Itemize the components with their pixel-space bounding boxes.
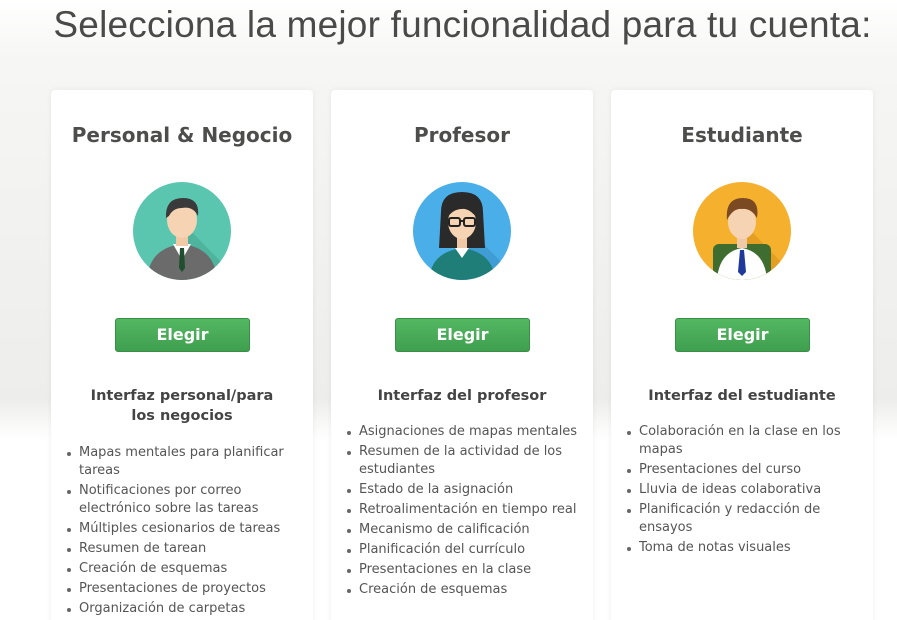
feature-item: Presentaciones del curso — [627, 461, 859, 479]
businessman-avatar-icon — [133, 182, 231, 280]
plan-title: Profesor — [413, 123, 511, 147]
feature-item: Resumen de tarean — [67, 540, 299, 558]
plan-card-personal-business: Personal & Negocio Elegir Interfaz perso… — [51, 90, 313, 620]
feature-item: Lluvia de ideas colaborativa — [627, 481, 859, 499]
features-heading: Interfaz del profesor — [377, 388, 547, 404]
choose-button[interactable]: Elegir — [395, 318, 530, 352]
feature-item: Notificaciones por correo electrónico so… — [67, 482, 299, 518]
plan-card-teacher: Profesor Elegir Interfaz del profesor As… — [331, 90, 593, 620]
feature-item: Planificación del currículo — [347, 541, 579, 559]
feature-list: Colaboración en la clase en los mapas Pr… — [627, 423, 859, 559]
feature-item: Mecanismo de calificación — [347, 521, 579, 539]
feature-item: Colaboración en la clase en los mapas — [627, 423, 859, 459]
choose-button[interactable]: Elegir — [675, 318, 810, 352]
teacher-avatar-icon — [413, 182, 511, 280]
feature-item: Asignaciones de mapas mentales — [347, 424, 578, 439]
feature-item: Presentaciones en la clase — [347, 561, 579, 579]
feature-list: Mapas mentales para planificar tareas No… — [67, 444, 299, 620]
feature-item: Múltiples cesionarios de tareas — [67, 520, 299, 538]
choose-button[interactable]: Elegir — [115, 318, 250, 352]
feature-item: Mapas mentales para planificar tareas — [67, 444, 299, 480]
feature-list: Asignaciones de mapas mentales Resumen d… — [347, 423, 579, 601]
feature-item: Retroalimentación en tiempo real — [347, 501, 579, 519]
feature-item: Presentaciones de proyectos — [67, 580, 299, 598]
feature-item: Organización de carpetas — [67, 600, 299, 618]
plan-card-student: Estudiante Elegir Interfaz del estudiant… — [611, 90, 873, 620]
page-title: Selecciona la mejor funcionalidad para t… — [53, 4, 872, 45]
features-heading: Interfaz del estudiante — [648, 388, 836, 404]
plan-title: Estudiante — [681, 123, 803, 147]
feature-item: Creación de esquemas — [67, 560, 299, 578]
feature-item: Resumen de la actividad de los estudiant… — [347, 443, 579, 479]
feature-item: Planificación y redacción de ensayos — [627, 501, 859, 537]
plan-title: Personal & Negocio — [71, 123, 293, 147]
feature-item: Estado de la asignación — [347, 481, 579, 499]
student-avatar-icon — [693, 182, 791, 280]
feature-item: Toma de notas visuales — [627, 539, 859, 557]
feature-item: Creación de esquemas — [347, 581, 579, 599]
features-heading: Interfaz personal/para los negocios — [90, 388, 274, 424]
